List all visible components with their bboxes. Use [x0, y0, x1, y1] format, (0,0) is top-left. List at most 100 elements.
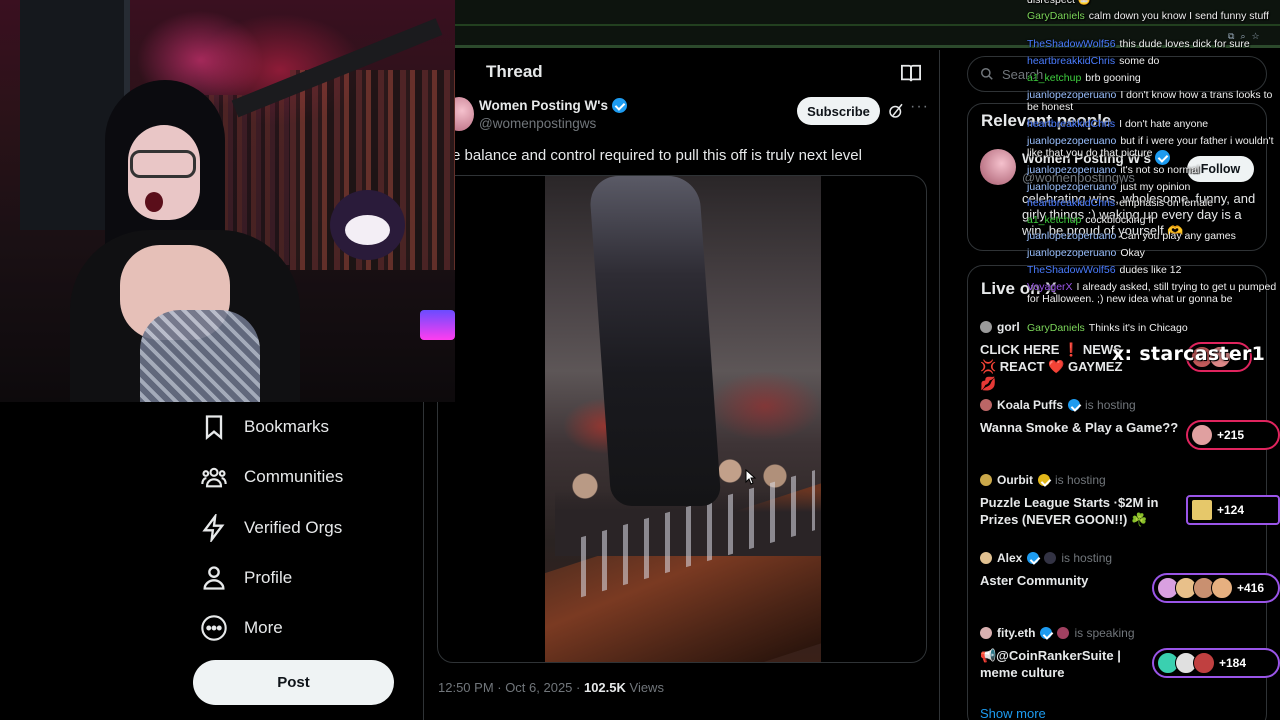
chat-username[interactable]: juanlopezoperuano	[1027, 164, 1116, 176]
mouse-cursor-icon	[745, 469, 757, 485]
chat-username[interactable]: GaryDaniels	[1027, 322, 1085, 334]
chat-message: TheShadowWolf56 dudes like 12	[1027, 264, 1277, 276]
live-status: is hosting	[1061, 551, 1113, 565]
views-label: Views	[625, 680, 664, 695]
chat-username[interactable]: juanlopezoperuano	[1027, 230, 1116, 242]
live-status: is hosting	[1055, 473, 1106, 487]
nav-more[interactable]: More	[200, 610, 283, 646]
verified-badge-icon	[611, 98, 627, 113]
chat-text: brb gooning	[1085, 72, 1141, 84]
nav-label-bookmarks: Bookmarks	[244, 417, 330, 436]
listener-count: +215	[1217, 428, 1245, 442]
author-name[interactable]: Women Posting W's	[479, 98, 627, 113]
listener-count: +184	[1219, 656, 1247, 670]
listener-avatar	[1191, 424, 1213, 446]
reader-mode-icon[interactable]	[900, 63, 922, 83]
communities-icon	[201, 467, 227, 488]
chat-message: juanlopezoperuano it's not so normal	[1027, 164, 1277, 176]
streamer-brand-overlay: x: starcaster1	[1112, 343, 1266, 365]
live-listeners-badge[interactable]: +416	[1152, 573, 1280, 603]
live-listeners-badge[interactable]: +215	[1186, 420, 1280, 450]
live-title: 📢@CoinRankerSuite | meme culture	[980, 648, 1121, 680]
live-host-name: Alex	[997, 551, 1023, 565]
nav-bookmarks[interactable]: Bookmarks	[200, 409, 329, 445]
chat-username[interactable]: TheShadowWolf56	[1027, 38, 1116, 50]
chat-message: VoyagerX I already asked, still trying to…	[1027, 281, 1277, 305]
gold-verified-badge-icon	[1038, 474, 1050, 486]
chat-message: TheShadowWolf56 this dude loves dick for …	[1027, 38, 1277, 50]
video-frame-dancer	[588, 176, 722, 506]
chat-text: cockblocking fr	[1085, 214, 1155, 226]
chat-message: juanlopezoperuano but if i were your fath…	[1027, 135, 1277, 159]
webcam-mouth	[145, 192, 163, 212]
tweet-timestamp[interactable]: 12:50 PM · Oct 6, 2025 ·	[438, 680, 584, 695]
host-avatar	[980, 627, 992, 639]
chat-text: emphasis on female	[1119, 197, 1214, 209]
post-button[interactable]: Post	[193, 660, 394, 705]
chat-username[interactable]: VoyagerX	[1027, 281, 1073, 293]
tweet-meta: 12:50 PM · Oct 6, 2025 · 102.5K Views	[438, 680, 664, 695]
chat-username[interactable]: heartbreakkidChris	[1027, 118, 1115, 130]
live-listeners-badge[interactable]: +124	[1186, 495, 1280, 525]
show-more-link[interactable]: Show more	[980, 706, 1046, 720]
chat-username[interactable]: TheShadowWolf56	[1027, 264, 1116, 276]
chat-username[interactable]: heartbreakkidChris	[1027, 55, 1115, 67]
chat-message: a1_ketchup cockblocking fr	[1027, 214, 1277, 226]
listener-avatar	[1191, 499, 1213, 521]
listener-count: +416	[1237, 581, 1265, 595]
live-status: is speaking	[1074, 626, 1135, 640]
chat-text: it's not so normal	[1120, 164, 1200, 176]
chat-text: this dude loves dick for sure	[1119, 38, 1250, 50]
chat-username[interactable]: a1_ketchup	[1027, 214, 1081, 226]
bookmark-icon	[205, 415, 223, 440]
tweet-text: e balance and control required to pull t…	[452, 147, 862, 164]
column-divider-right	[939, 50, 940, 720]
chat-username[interactable]: juanlopezoperuano	[1027, 181, 1116, 193]
page-title: Thread	[486, 62, 543, 81]
org-badge-icon	[1057, 627, 1070, 639]
chat-message: juanlopezoperuano Can you play any games	[1027, 230, 1277, 242]
chat-username[interactable]: juanlopezoperuano	[1027, 135, 1116, 147]
chat-message: juanlopezoperuano Okay	[1027, 247, 1277, 259]
live-host-name: Koala Puffs	[997, 398, 1064, 412]
subscribe-button[interactable]: Subscribe	[797, 97, 880, 125]
chat-text: just my opinion	[1120, 181, 1191, 193]
chat-message: juanlopezoperuano I don't know how a tran…	[1027, 89, 1277, 113]
author-handle[interactable]: @womenpostingws	[479, 116, 596, 131]
webcam-glasses	[130, 150, 196, 178]
verified-badge-icon	[1068, 399, 1081, 411]
nav-profile[interactable]: Profile	[200, 560, 292, 596]
host-avatar	[980, 474, 992, 486]
relevant-person-avatar[interactable]	[980, 149, 1016, 185]
chat-username[interactable]: juanlopezoperuano	[1027, 247, 1116, 259]
chat-text: Okay	[1120, 247, 1145, 259]
chat-username[interactable]: heartbreakkidChris	[1027, 197, 1115, 209]
nav-communities[interactable]: Communities	[200, 459, 343, 495]
live-listeners-badge[interactable]: +184	[1152, 648, 1280, 678]
webcam-plush-face	[345, 215, 390, 245]
live-host-name: Ourbit	[997, 473, 1033, 487]
webcam-plaid-blanket	[140, 310, 260, 402]
chat-text: I don't hate anyone	[1119, 118, 1209, 130]
chat-username[interactable]: juanlopezoperuano	[1027, 89, 1116, 101]
grok-icon[interactable]	[887, 102, 905, 120]
chat-username[interactable]: a1_ketchup	[1027, 72, 1081, 84]
live-host-name: fity.eth	[997, 626, 1036, 640]
live-title: Aster Community	[980, 573, 1089, 588]
chat-username[interactable]: GaryDaniels	[1027, 10, 1085, 22]
tweet-media[interactable]	[437, 175, 927, 663]
listener-avatar	[1193, 652, 1215, 674]
chat-message: juanlopezoperuano just my opinion	[1027, 181, 1277, 193]
video-player[interactable]	[545, 176, 821, 662]
nav-label-profile: Profile	[244, 568, 293, 587]
person-icon	[203, 566, 225, 590]
live-title: CLICK HERE ❗ NEWS 💢 REACT ❤️ GAYMEZ 💋	[980, 342, 1123, 391]
live-title: Wanna Smoke & Play a Game??	[980, 420, 1179, 435]
live-host-name: gorl	[997, 320, 1020, 334]
nav-verified-orgs[interactable]: Verified Orgs	[200, 510, 342, 546]
lightning-icon	[202, 514, 225, 542]
chat-text: dudes like 12	[1119, 264, 1182, 276]
listener-avatar	[1211, 577, 1233, 599]
more-options-icon[interactable]: ···	[910, 98, 929, 116]
webcam-rgb-light	[420, 310, 455, 340]
